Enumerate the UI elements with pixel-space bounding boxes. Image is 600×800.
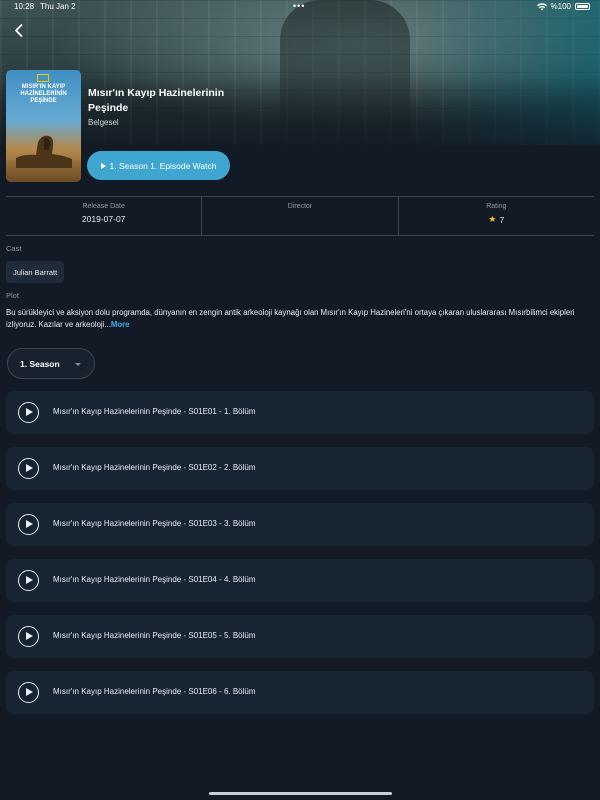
- play-circle-icon[interactable]: [18, 514, 39, 535]
- rating-label: Rating: [486, 203, 507, 210]
- episode-title: Mısır'ın Kayıp Hazinelerinin Peşinde - S…: [53, 687, 256, 696]
- episode-title: Mısır'ın Kayıp Hazinelerinin Peşinde - S…: [53, 631, 256, 640]
- play-circle-icon[interactable]: [18, 570, 39, 591]
- episode-row[interactable]: Mısır'ın Kayıp Hazinelerinin Peşinde - S…: [6, 391, 594, 434]
- poster-title: MISIR'IN KAYIP HAZİNELERİNİN PEŞİNDE: [20, 84, 67, 104]
- status-bar: 10:28 Thu Jan 2 ••• %100: [0, 0, 600, 14]
- release-date-cell: Release Date 2019-07-07: [6, 197, 201, 235]
- info-row: Release Date 2019-07-07 Director Rating …: [6, 196, 594, 236]
- season-dropdown[interactable]: 1. Season: [7, 348, 95, 379]
- play-circle-icon[interactable]: [18, 402, 39, 423]
- play-circle-icon[interactable]: [18, 626, 39, 647]
- cast-label: Cast: [6, 244, 22, 253]
- show-genre: Belgesel: [88, 118, 119, 127]
- episode-title: Mısır'ın Kayıp Hazinelerinin Peşinde - S…: [53, 519, 256, 528]
- director-label: Director: [287, 203, 313, 210]
- plot-label: Plot: [6, 291, 19, 300]
- wifi-icon: [536, 2, 547, 10]
- more-link[interactable]: More: [111, 320, 130, 329]
- rating-row: ★ 7: [399, 214, 594, 225]
- episode-row[interactable]: Mısır'ın Kayıp Hazinelerinin Peşinde - S…: [6, 559, 594, 602]
- caret-down-icon: [75, 363, 81, 366]
- rating-value: 7: [499, 214, 505, 225]
- plot-text: Bu sürükleyici ve aksiyon dolu programda…: [6, 307, 594, 331]
- episode-title: Mısır'ın Kayıp Hazinelerinin Peşinde - S…: [53, 463, 256, 472]
- release-date-label: Release Date: [82, 203, 125, 210]
- episode-list: Mısır'ın Kayıp Hazinelerinin Peşinde - S…: [6, 391, 594, 727]
- episode-row[interactable]: Mısır'ın Kayıp Hazinelerinin Peşinde - S…: [6, 671, 594, 714]
- episode-title: Mısır'ın Kayıp Hazinelerinin Peşinde - S…: [53, 575, 256, 584]
- cast-chip[interactable]: Julian Barratt: [6, 261, 65, 283]
- back-button[interactable]: [8, 20, 28, 40]
- release-date-value: 2019-07-07: [81, 214, 126, 224]
- play-circle-icon[interactable]: [18, 682, 39, 703]
- episode-row[interactable]: Mısır'ın Kayıp Hazinelerinin Peşinde - S…: [6, 615, 594, 658]
- status-date: Thu Jan 2: [40, 2, 76, 11]
- episode-title: Mısır'ın Kayıp Hazinelerinin Peşinde - S…: [53, 407, 256, 416]
- home-indicator[interactable]: [209, 792, 392, 795]
- battery-percent: %100: [550, 2, 571, 11]
- season-dropdown-value: 1. Season: [20, 358, 60, 369]
- watch-episode-button[interactable]: 1. Season 1. Episode Watch: [87, 151, 230, 180]
- status-right: %100: [536, 2, 590, 11]
- episode-row[interactable]: Mısır'ın Kayıp Hazinelerinin Peşinde - S…: [6, 447, 594, 490]
- show-poster: MISIR'IN KAYIP HAZİNELERİNİN PEŞİNDE: [6, 70, 81, 182]
- play-circle-icon[interactable]: [18, 458, 39, 479]
- star-icon: ★: [488, 214, 497, 224]
- plot-body: Bu sürükleyici ve aksiyon dolu programda…: [6, 308, 575, 329]
- director-cell: Director: [201, 197, 397, 235]
- status-time: 10:28: [14, 2, 35, 11]
- channel-logo-icon: [37, 74, 49, 82]
- sphinx-icon: [16, 135, 72, 168]
- chevron-left-icon: [14, 23, 22, 37]
- battery-icon: [575, 3, 590, 10]
- episode-row[interactable]: Mısır'ın Kayıp Hazinelerinin Peşinde - S…: [6, 503, 594, 546]
- play-icon: [100, 162, 106, 169]
- rating-cell: Rating ★ 7: [397, 197, 594, 235]
- watch-button-label: 1. Season 1. Episode Watch: [109, 160, 217, 171]
- multitasking-dots-icon[interactable]: •••: [293, 1, 305, 11]
- show-title: Mısır'ın Kayıp Hazinelerinin Peşinde: [88, 87, 225, 114]
